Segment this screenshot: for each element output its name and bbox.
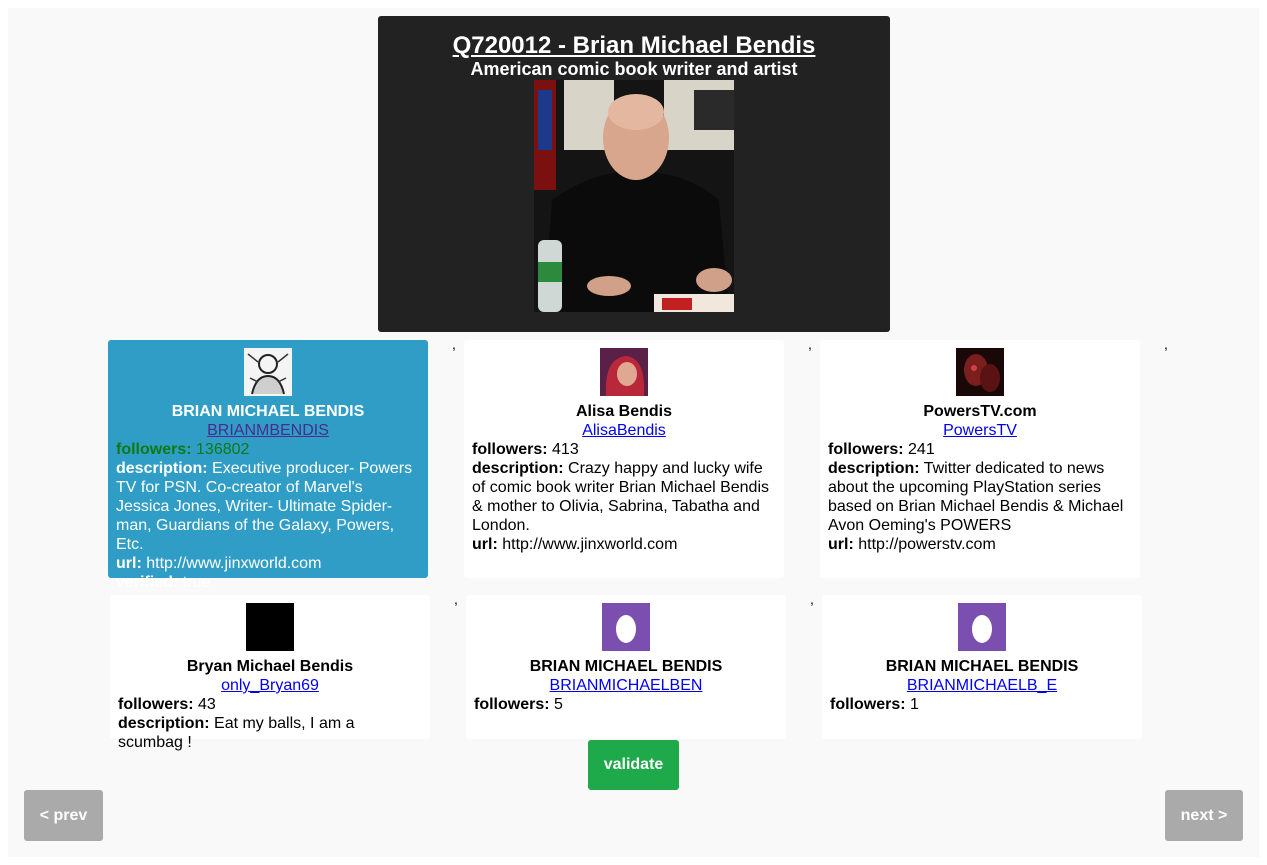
url-field: url: http://www.jinxworld.com (116, 555, 322, 572)
candidate-handle: BRIANMBENDIS (116, 421, 420, 440)
separator: , (810, 591, 814, 607)
candidate-name: Alisa Bendis (575, 403, 673, 420)
dark-red-avatar-icon (956, 348, 1004, 396)
separator: , (808, 336, 812, 352)
person-photo (534, 80, 734, 312)
candidate-handle: AlisaBendis (472, 421, 776, 440)
candidate-card[interactable]: BRIAN MICHAEL BENDIS BRIANMICHAELB_E fol… (822, 595, 1142, 739)
candidate-name: BRIAN MICHAEL BENDIS (885, 658, 1079, 675)
candidate-card[interactable]: PowersTV.com PowersTV followers: 241 des… (820, 340, 1140, 578)
default-egg-avatar-icon (602, 603, 650, 651)
url-field: url: http://www.jinxworld.com (472, 536, 678, 553)
verified-field: verified: true (116, 574, 211, 591)
candidate-handle-link[interactable]: BRIANMICHAELBEN (550, 677, 703, 694)
candidate-card[interactable]: BRIAN MICHAEL BENDIS BRIANMBENDIS follow… (108, 340, 428, 591)
black-square-avatar-icon (246, 603, 294, 651)
entity-subtitle: American comic book writer and artist (470, 59, 798, 79)
candidate-handle: BRIANMICHAELBEN (474, 676, 778, 695)
default-egg-avatar-icon (958, 603, 1006, 651)
candidate-card[interactable]: BRIAN MICHAEL BENDIS BRIANMICHAELBEN fol… (466, 595, 786, 739)
candidate-handle-link[interactable]: AlisaBendis (582, 422, 666, 439)
candidate-name: BRIAN MICHAEL BENDIS (529, 658, 723, 675)
description-field: description: Eat my balls, I am a scumba… (118, 715, 355, 751)
candidate-handle-link[interactable]: only_Bryan69 (221, 677, 319, 694)
candidate-card[interactable]: Bryan Michael Bendis only_Bryan69 follow… (110, 595, 430, 751)
comic-sketch-avatar-icon (244, 348, 292, 396)
candidate-card[interactable]: Alisa Bendis AlisaBendis followers: 413 … (464, 340, 784, 578)
candidate-handle-link[interactable]: BRIANMICHAELB_E (907, 677, 1057, 694)
separator: , (452, 336, 456, 352)
candidate-name: PowersTV.com (923, 403, 1037, 420)
description-field: description: Executive producer- Powers … (116, 460, 413, 553)
candidate-handle: only_Bryan69 (118, 676, 422, 695)
followers-field: followers: 5 (474, 696, 563, 713)
candidate-handle: PowersTV (828, 421, 1132, 440)
followers-field: followers: 43 (118, 696, 216, 713)
validate-button[interactable]: validate (588, 740, 679, 790)
red-hair-avatar-icon (600, 348, 648, 396)
description-field: description: Twitter dedicated to news a… (828, 460, 1124, 534)
followers-field: followers: 136802 (116, 441, 250, 458)
candidate-handle-link[interactable]: PowersTV (943, 422, 1017, 439)
candidate-name: BRIAN MICHAEL BENDIS (171, 403, 365, 420)
entity-title[interactable]: Q720012 - Brian Michael Bendis (378, 32, 890, 60)
entity-header: Q720012 - Brian Michael Bendis American … (378, 16, 890, 332)
separator: , (454, 591, 458, 607)
candidate-handle-link[interactable]: BRIANMBENDIS (207, 422, 329, 439)
description-field: description: Crazy happy and lucky wife … (472, 460, 770, 534)
followers-field: followers: 241 (828, 441, 935, 458)
next-button[interactable]: next > (1165, 790, 1243, 841)
separator: , (1164, 336, 1168, 352)
url-field: url: http://powerstv.com (828, 536, 996, 553)
candidate-handle: BRIANMICHAELB_E (830, 676, 1134, 695)
candidate-name: Bryan Michael Bendis (186, 658, 354, 675)
prev-button[interactable]: < prev (24, 790, 103, 841)
followers-field: followers: 413 (472, 441, 579, 458)
followers-field: followers: 1 (830, 696, 919, 713)
